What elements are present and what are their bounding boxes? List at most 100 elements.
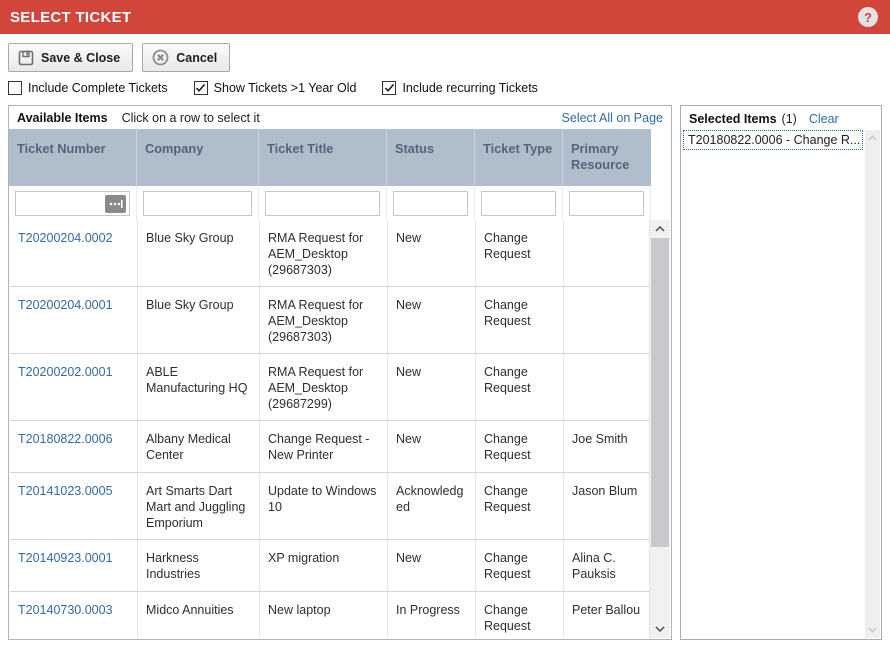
selected-item[interactable]: T20180822.0006 - Change R...: [683, 130, 863, 150]
cell-company: Harkness Industries: [138, 540, 260, 591]
cell-company: Albany Medical Center: [138, 421, 260, 472]
available-items-hint: Click on a row to select it: [122, 111, 260, 125]
cell-ticket-type: Change Request: [476, 354, 564, 420]
table-row[interactable]: T20141023.0005 Art Smarts Dart Mart and J…: [10, 473, 650, 540]
ticket-number-link[interactable]: T20200204.0002: [18, 231, 113, 245]
cell-company: Midco Annuities: [138, 592, 260, 638]
ticket-number-link[interactable]: T20141023.0005: [18, 484, 113, 498]
cell-status: New: [388, 540, 476, 591]
cell-status: New: [388, 354, 476, 420]
cell-ticket-number: T20200202.0001: [10, 354, 138, 420]
filter-cell-ticket-type: [475, 186, 563, 221]
cell-ticket-number: T20200204.0001: [10, 287, 138, 353]
filter-cell-status: [387, 186, 475, 221]
table-row[interactable]: T20200204.0001 Blue Sky GroupRMA Request …: [10, 287, 650, 354]
filter-cell-company: [137, 186, 259, 221]
cell-ticket-type: Change Request: [476, 421, 564, 472]
filter-input-ticket-type[interactable]: [481, 191, 556, 216]
cell-company: Blue Sky Group: [138, 220, 260, 286]
cell-company: Blue Sky Group: [138, 287, 260, 353]
checkbox-include-complete-tickets[interactable]: Include Complete Tickets: [8, 81, 168, 95]
save-icon: [18, 50, 34, 66]
cell-ticket-number: T20140923.0001: [10, 540, 138, 591]
cell-ticket-type: Change Request: [476, 592, 564, 638]
cell-status: New: [388, 421, 476, 472]
column-header-ticket-number[interactable]: Ticket Number: [9, 129, 137, 186]
dialog-title: SELECT TICKET: [10, 9, 131, 26]
checkbox-checked-icon: [382, 81, 396, 95]
cell-status: New: [388, 287, 476, 353]
ticket-number-link[interactable]: T20140730.0003: [18, 603, 113, 617]
column-header-status[interactable]: Status: [387, 129, 475, 186]
selected-items-list: T20180822.0006 - Change R...: [682, 130, 864, 638]
cell-primary-resource: Peter Ballou: [564, 592, 650, 638]
available-items-header: Available Items Click on a row to select…: [9, 108, 671, 128]
scroll-down-icon[interactable]: [650, 620, 670, 638]
checkbox-include-recurring-tickets[interactable]: Include recurring Tickets: [382, 81, 537, 95]
help-icon[interactable]: ?: [858, 7, 878, 27]
selected-items-header: Selected Items (1) Clear: [681, 108, 881, 129]
cell-primary-resource: Joe Smith: [564, 421, 650, 472]
selected-items-count: (1): [782, 112, 797, 126]
table-row[interactable]: T20140730.0003Midco AnnuitiesNew laptopI…: [10, 592, 650, 638]
cell-ticket-title: XP migration: [260, 540, 388, 591]
cancel-label: Cancel: [176, 51, 217, 65]
scroll-down-icon[interactable]: [865, 622, 880, 638]
table-row[interactable]: T20200204.0002Blue Sky GroupRMA Request …: [10, 220, 650, 287]
available-items-title: Available Items: [17, 111, 108, 125]
cell-status: Acknowledged: [388, 473, 476, 539]
cell-status: New: [388, 220, 476, 286]
cell-company: Art Smarts Dart Mart and Juggling Empori…: [138, 473, 260, 539]
filter-checkboxes: Include Complete Tickets Show Tickets >1 …: [8, 81, 538, 95]
save-close-button[interactable]: Save & Close: [8, 43, 133, 72]
ticket-number-link[interactable]: T20180822.0006: [18, 432, 113, 446]
scroll-up-icon[interactable]: [865, 130, 880, 146]
selected-scrollbar[interactable]: [865, 130, 880, 638]
table-row[interactable]: T20200202.0001ABLE Manufacturing HQRMA R…: [10, 354, 650, 421]
save-close-label: Save & Close: [41, 51, 120, 65]
selected-items-panel: Selected Items (1) Clear T20180822.0006 …: [680, 105, 882, 640]
cell-primary-resource: [564, 220, 650, 286]
select-all-on-page-link[interactable]: Select All on Page: [562, 111, 663, 125]
table-body: T20200204.0002Blue Sky GroupRMA Request …: [10, 220, 650, 638]
ticket-number-picker-button[interactable]: [105, 195, 126, 213]
ticket-number-link[interactable]: T20200204.0001: [18, 298, 113, 312]
cell-primary-resource: [564, 287, 650, 353]
table-row[interactable]: T20180822.0006Albany Medical CenterChang…: [10, 421, 650, 473]
column-header-ticket-type[interactable]: Ticket Type: [475, 129, 563, 186]
column-header-company[interactable]: Company: [137, 129, 259, 186]
toolbar: Save & Close Cancel: [8, 43, 230, 72]
scrollbar-thumb[interactable]: [651, 238, 669, 547]
checkbox-label: Include recurring Tickets: [402, 81, 537, 95]
column-header-primary-resource[interactable]: Primary Resource: [563, 129, 651, 186]
cancel-button[interactable]: Cancel: [142, 43, 230, 72]
checkbox-unchecked-icon: [8, 81, 22, 95]
table-row[interactable]: T20140923.0001 Harkness IndustriesXP migr…: [10, 540, 650, 592]
cell-ticket-type: Change Request: [476, 220, 564, 286]
column-header-ticket-title[interactable]: Ticket Title: [259, 129, 387, 186]
cell-status: In Progress: [388, 592, 476, 638]
scroll-up-icon[interactable]: [650, 220, 670, 238]
ticket-number-link[interactable]: T20140923.0001: [18, 551, 113, 565]
table-scrollbar[interactable]: [650, 220, 670, 638]
table-filter-row: [9, 186, 651, 222]
cell-ticket-title: RMA Request for AEM_Desktop (29687299): [260, 354, 388, 420]
checkbox-checked-icon: [194, 81, 208, 95]
cell-ticket-title: Change Request - New Printer: [260, 421, 388, 472]
available-items-panel: Available Items Click on a row to select…: [8, 105, 672, 640]
cell-ticket-number: T20200204.0002: [10, 220, 138, 286]
cell-ticket-type: Change Request: [476, 473, 564, 539]
filter-input-company[interactable]: [143, 191, 252, 216]
checkbox-show-tickets-1-year-old[interactable]: Show Tickets >1 Year Old: [194, 81, 357, 95]
cell-primary-resource: [564, 354, 650, 420]
filter-cell-ticket-number: [9, 186, 137, 221]
ticket-number-link[interactable]: T20200202.0001: [18, 365, 113, 379]
cell-primary-resource: Alina C. Pauksis: [564, 540, 650, 591]
clear-link[interactable]: Clear: [809, 112, 839, 126]
cell-ticket-number: T20180822.0006: [10, 421, 138, 472]
filter-input-primary-resource[interactable]: [569, 191, 644, 216]
cell-ticket-title: RMA Request for AEM_Desktop (29687303): [260, 287, 388, 353]
filter-input-status[interactable]: [393, 191, 468, 216]
table-header-row: Ticket NumberCompanyTicket TitleStatusTi…: [9, 129, 651, 186]
filter-input-ticket-title[interactable]: [265, 191, 380, 216]
